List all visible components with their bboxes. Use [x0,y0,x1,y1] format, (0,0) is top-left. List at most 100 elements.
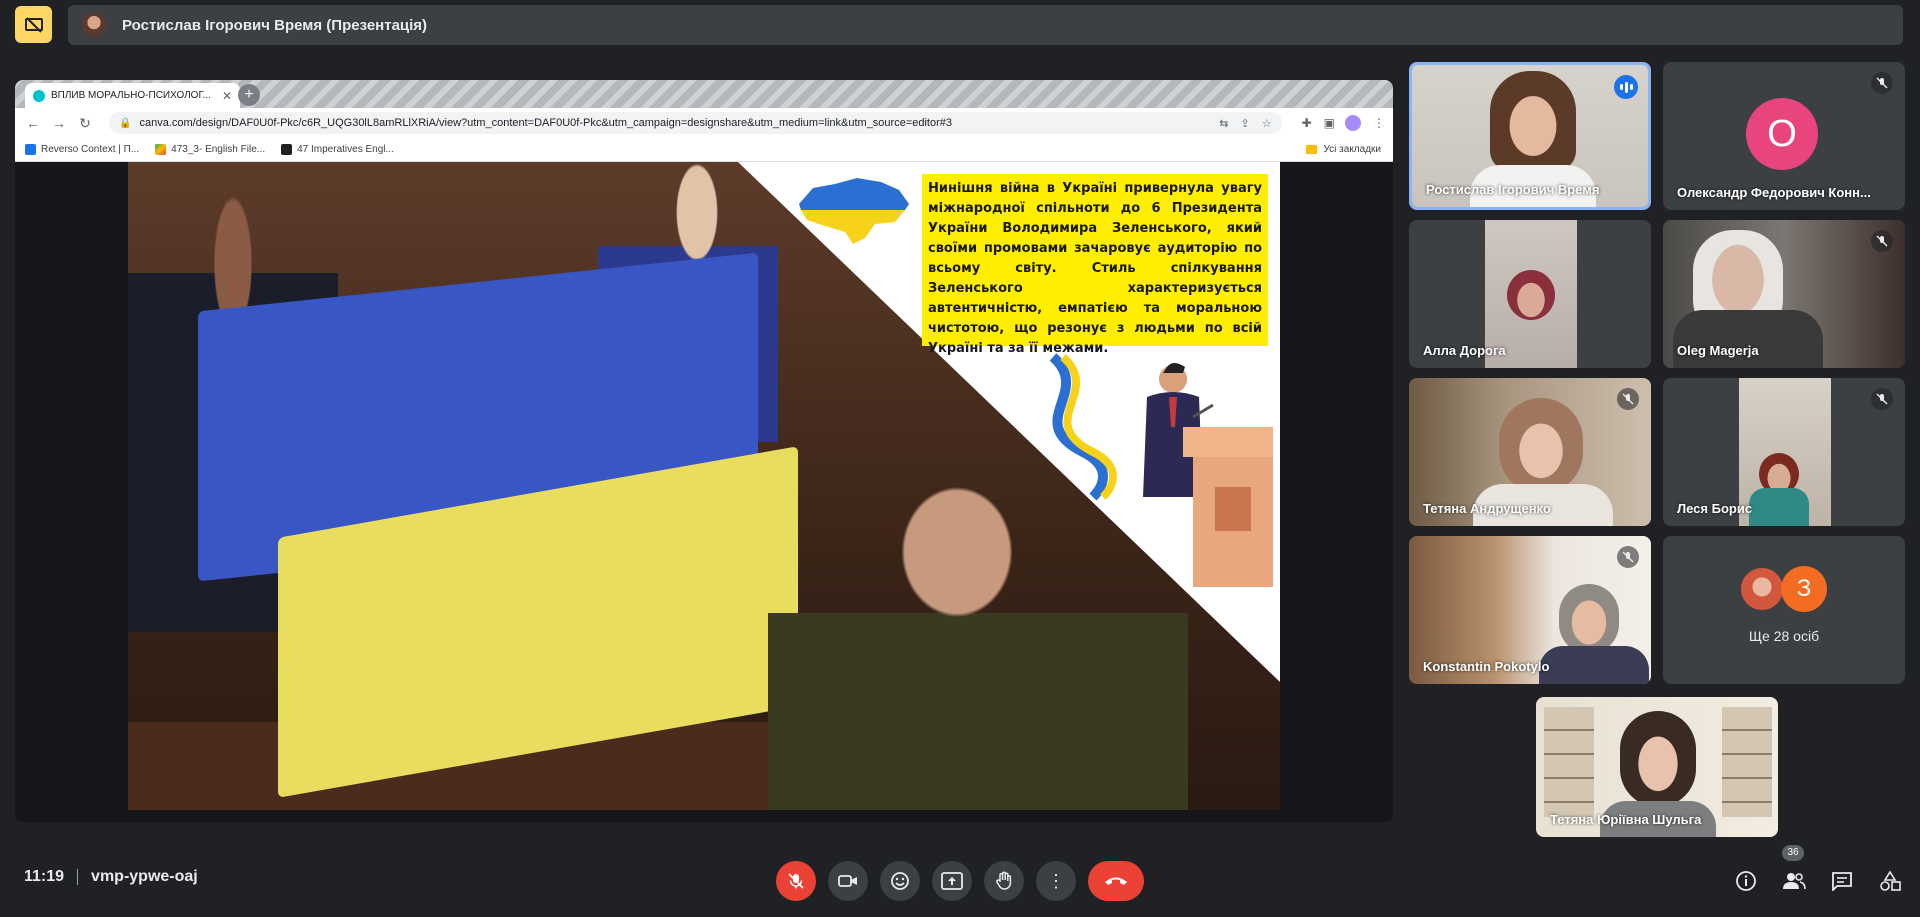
back-arrow-icon[interactable]: ← [23,115,43,131]
reload-icon[interactable]: ↻ [75,115,95,132]
translate-icon[interactable]: ⇆ [1219,117,1228,130]
call-controls: ⋮ [776,861,1156,901]
participant-tile[interactable]: О Олександр Федорович Конн... [1663,62,1905,210]
participant-name: Алла Дорога [1423,343,1506,358]
extensions-icon[interactable]: ✚ [1302,116,1312,130]
new-tab-button[interactable]: + [238,84,260,106]
more-participants-tile[interactable]: З Ще 28 осіб [1663,536,1905,684]
browser-tab-title: ВПЛИВ МОРАЛЬНО-ПСИХОЛОГ... [51,90,211,101]
speaking-indicator-icon [1614,75,1638,99]
forward-arrow-icon[interactable]: → [49,115,69,131]
hang-up-icon [1105,877,1127,885]
people-count-badge: 36 [1782,845,1804,861]
chat-button[interactable] [1826,865,1858,897]
presenter-avatar [82,13,106,37]
chat-icon [1832,872,1852,891]
participant-name: Леся Борис [1677,501,1753,516]
bookmark-item[interactable]: Reverso Context | П... [25,144,139,155]
participant-name: Ростислав Ігорович Время [1426,182,1600,197]
participant-tile[interactable]: Леся Борис [1663,378,1905,526]
participant-tile[interactable]: Konstantin Pokotylo [1409,536,1651,684]
isl-icon [281,144,293,155]
separator [77,869,79,885]
canva-favicon-icon [33,89,45,102]
top-bar: Ростислав Ігорович Время (Презентація) [0,0,1920,50]
speaker-podium-illustration [1143,363,1273,587]
drive-icon [155,144,167,155]
more-vert-icon: ⋮ [1047,870,1065,891]
participant-avatar [1739,566,1785,612]
participant-name: Олександр Федорович Конн... [1677,185,1871,200]
bottom-bar: 11:19 vmp-ypwe-oaj ⋮ 36 [0,845,1920,917]
clock-time: 11:19 [24,868,65,885]
bookmark-label: 473_3- English File... [171,144,266,155]
mic-off-icon [1617,546,1639,568]
more-participants-avatars: З [1739,566,1827,612]
camera-button[interactable] [828,861,868,901]
presentation-stage: ВПЛИВ МОРАЛЬНО-ПСИХОЛОГ... ✕ + ← → ↻ 🔒 c… [15,80,1393,822]
share-icon[interactable]: ⇪ [1241,117,1250,130]
profile-avatar[interactable] [1345,115,1361,131]
mic-off-icon [788,873,804,889]
participant-tile[interactable]: Алла Дорога [1409,220,1651,368]
self-view-tile[interactable]: Тетяна Юріївна Шульга [1536,697,1778,837]
self-view-name: Тетяна Юріївна Шульга [1550,812,1702,827]
mic-off-button[interactable] [776,861,816,901]
participant-name: Oleg Magerja [1677,343,1759,358]
slide-viewport: Нинішня війна в Україні привернула увагу… [15,162,1393,822]
bookmark-star-icon[interactable]: ☆ [1262,117,1272,130]
present-screen-button[interactable] [932,861,972,901]
participant-tile[interactable]: Тетяна Андрущенко [1409,378,1651,526]
bookmark-label: 47 Imperatives Engl... [297,144,394,155]
address-bar[interactable]: 🔒 canva.com/design/DAF0U0f-Pkc/c6R_UQG30… [109,112,1282,134]
mic-off-icon [1871,230,1893,252]
participant-tile[interactable]: Ростислав Ігорович Время [1409,62,1651,210]
photo-person-speaker [768,462,1188,810]
browser-tab[interactable]: ВПЛИВ МОРАЛЬНО-ПСИХОЛОГ... ✕ [25,83,240,108]
participant-tile[interactable]: Oleg Magerja [1663,220,1905,368]
activities-button[interactable] [1874,865,1906,897]
side-panel-controls: 36 [1714,845,1906,897]
mic-off-icon [1871,72,1893,94]
activities-icon [1880,870,1901,891]
present-off-icon[interactable] [15,6,52,43]
participant-name: Konstantin Pokotylo [1423,659,1550,674]
folder-label: Усі закладки [1323,144,1381,155]
participant-avatar: О [1746,98,1818,170]
presentation-title-bar: Ростислав Ігорович Время (Презентація) [68,5,1903,45]
folder-icon [1306,145,1318,154]
bookmark-label: Reverso Context | П... [41,144,140,155]
mic-off-icon [1617,388,1639,410]
ukraine-map-icon [799,178,909,244]
raise-hand-button[interactable] [984,861,1024,901]
emoji-icon [891,872,909,890]
close-icon[interactable]: ✕ [222,89,232,103]
bookmark-item[interactable]: 47 Imperatives Engl... [281,144,394,155]
raise-hand-icon [996,871,1012,890]
ukraine-ribbon-icon [1049,353,1117,501]
browser-toolbar: ← → ↻ 🔒 canva.com/design/DAF0U0f-Pkc/c6R… [15,108,1393,138]
reverso-icon [25,144,36,155]
leave-call-button[interactable] [1088,861,1144,901]
url-text: canva.com/design/DAF0U0f-Pkc/c6R_UQG30lL… [139,117,953,129]
meeting-title: Ростислав Ігорович Время (Презентація) [122,16,428,34]
people-button[interactable]: 36 [1778,845,1810,897]
side-panel-icon[interactable]: ▣ [1324,116,1335,130]
more-options-button[interactable]: ⋮ [1036,861,1076,901]
meeting-code: vmp-ypwe-oaj [91,868,198,885]
bookmark-item[interactable]: 473_3- English File... [155,144,265,155]
more-participants-label: Ще 28 осіб [1748,628,1820,644]
mic-off-icon [1871,388,1893,410]
lock-icon: 🔒 [119,117,132,129]
browser-tab-strip: ВПЛИВ МОРАЛЬНО-ПСИХОЛОГ... ✕ + [15,80,1393,108]
more-vert-icon[interactable]: ⋮ [1373,116,1385,130]
meeting-info: 11:19 vmp-ypwe-oaj [24,868,198,886]
present-screen-icon [941,872,963,890]
all-bookmarks-folder[interactable]: Усі закладки [1306,144,1381,155]
participant-avatar: З [1781,566,1827,612]
meeting-details-button[interactable] [1730,865,1762,897]
participant-video [1739,378,1831,526]
slide-text-box: Нинішня війна в Україні привернула увагу… [922,174,1268,356]
participant-name: Тетяна Андрущенко [1423,501,1551,516]
reactions-button[interactable] [880,861,920,901]
